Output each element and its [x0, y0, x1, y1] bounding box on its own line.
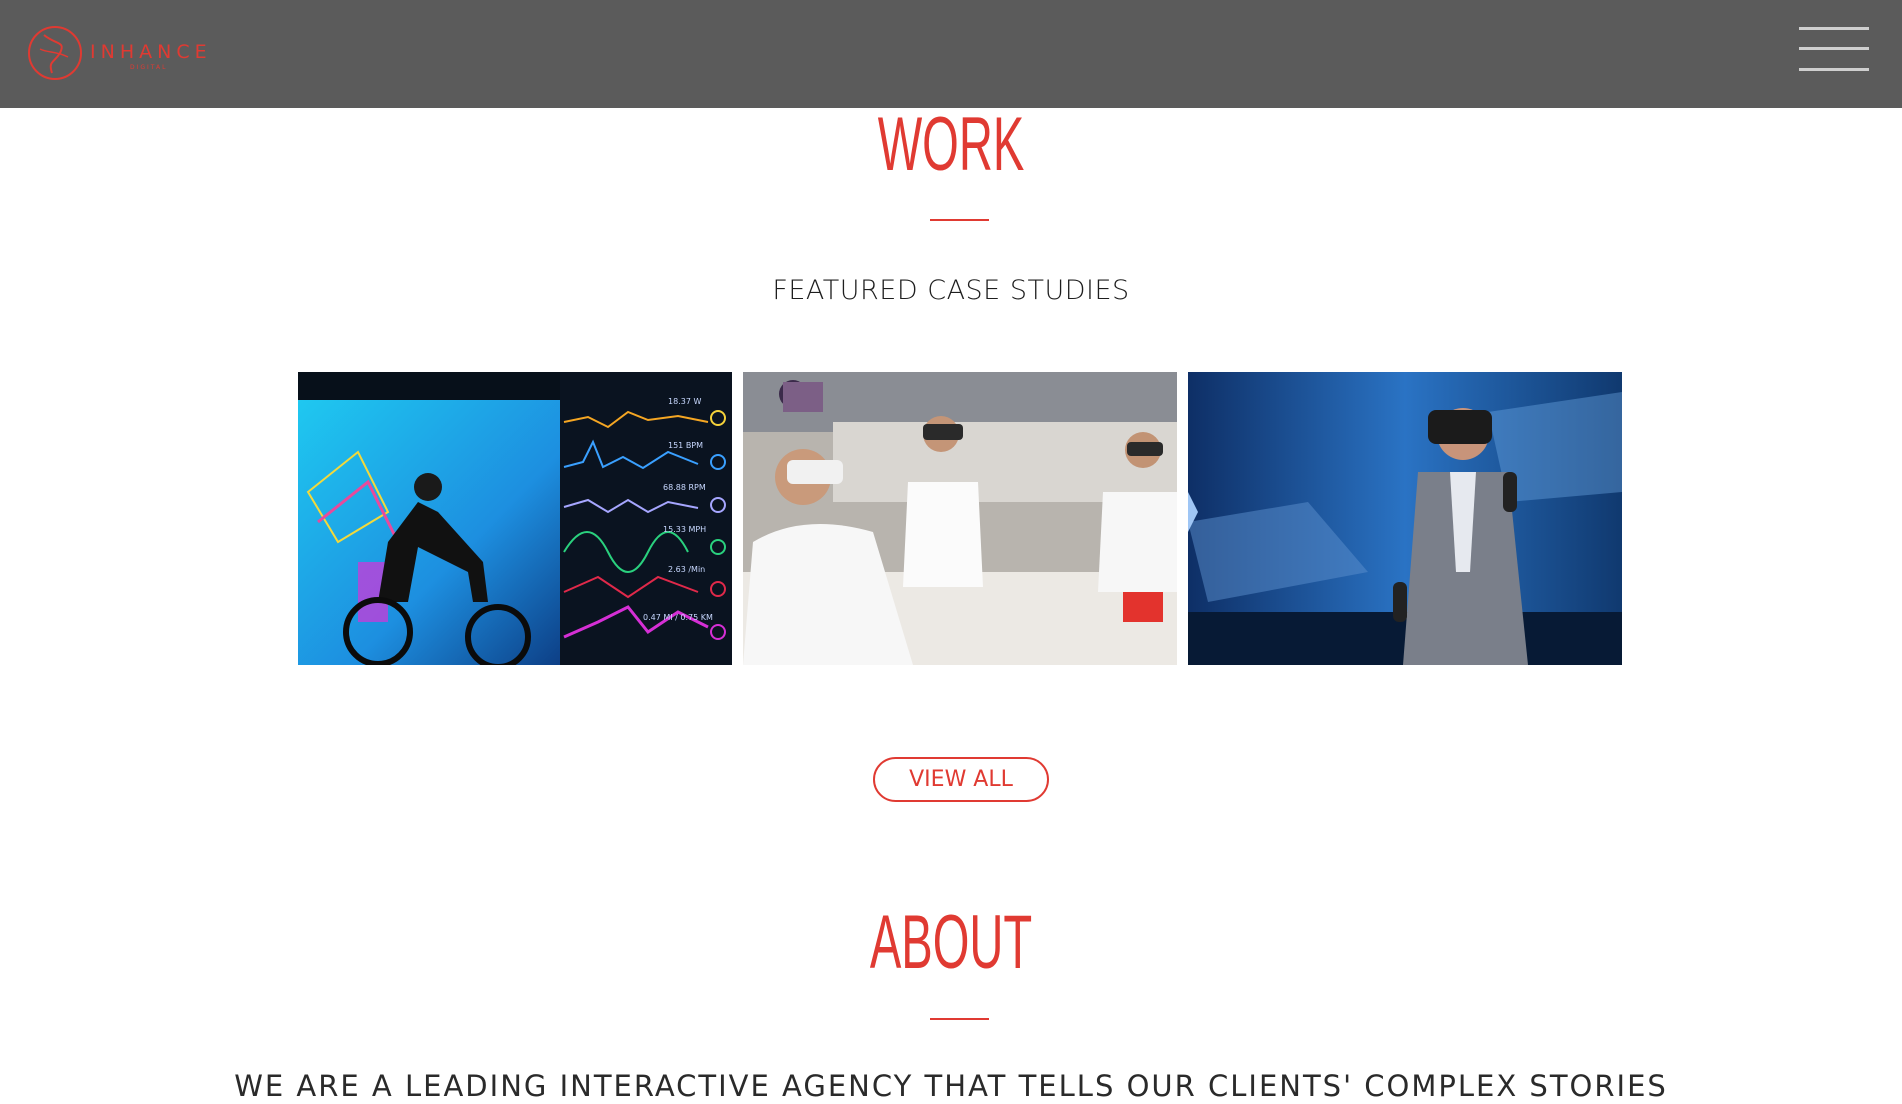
logo-subtext: DIGITAL — [130, 64, 168, 71]
metric-speed: 15.33 MPH — [663, 525, 706, 534]
metric-cadence: 68.88 RPM — [663, 483, 706, 492]
case-study-card-cycling[interactable]: 18.37 W 151 BPM 68.88 RPM 15.33 MPH 2.63… — [298, 372, 732, 665]
view-all-button[interactable]: VIEW ALL — [873, 757, 1049, 802]
site-header: INHANCE DIGITAL — [0, 0, 1902, 108]
about-intro-text: WE ARE A LEADING INTERACTIVE AGENCY THAT… — [234, 1069, 1668, 1103]
metric-power: 18.37 W — [668, 397, 701, 406]
case-study-card-vr-audience[interactable] — [743, 372, 1177, 665]
vr-audience-image — [743, 372, 1177, 665]
metric-distance: 0.47 MI / 0.75 KM — [643, 613, 713, 622]
featured-case-studies-heading: FEATURED CASE STUDIES — [772, 275, 1130, 306]
about-divider — [930, 1018, 989, 1020]
vr-presenter-image — [1188, 372, 1622, 665]
metric-calories: 2.63 /Min — [668, 565, 705, 574]
cycling-visualization-image: 18.37 W 151 BPM 68.88 RPM 15.33 MPH 2.63… — [298, 372, 732, 665]
work-divider — [930, 219, 989, 221]
hamburger-menu-icon[interactable] — [1799, 27, 1869, 71]
menu-line — [1799, 68, 1869, 71]
case-study-card-vr-presenter[interactable] — [1188, 372, 1622, 665]
menu-line — [1799, 27, 1869, 30]
metric-heartrate: 151 BPM — [668, 441, 703, 450]
about-section-title: ABOUT — [869, 900, 1033, 985]
work-section-title: WORK — [877, 102, 1025, 187]
menu-line — [1799, 47, 1869, 50]
logo-text: INHANCE — [90, 41, 212, 63]
